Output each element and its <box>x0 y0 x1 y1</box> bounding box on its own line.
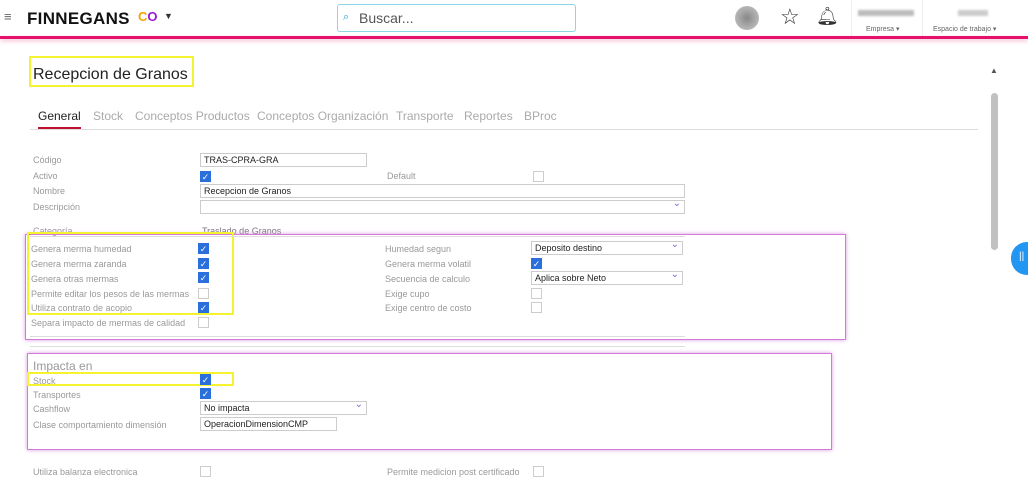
brand-logo-icon: CO <box>138 9 158 24</box>
transportes-label: Transportes <box>33 390 81 400</box>
genera-merma-volatil-label: Genera merma volatil <box>385 259 472 269</box>
activo-checkbox[interactable]: ✓ <box>200 171 211 182</box>
top-header: ≡ FINNEGANS CO ▼ ⌕ Buscar... ☆ 🔔︎ Empres… <box>0 0 1028 36</box>
impacta-highlight <box>27 353 832 450</box>
exige-centro-costo-checkbox[interactable] <box>531 302 542 313</box>
exige-cupo-label: Exige cupo <box>385 289 430 299</box>
default-label: Default <box>387 171 416 181</box>
permite-editar-pesos-checkbox[interactable] <box>198 288 209 299</box>
secuencia-calculo-select[interactable]: Aplica sobre Neto <box>531 269 683 285</box>
stock-checkbox[interactable]: ✓ <box>200 374 211 385</box>
genera-merma-humedad-checkbox[interactable]: ✓ <box>198 243 209 254</box>
utiliza-contrato-acopio-label: Utiliza contrato de acopio <box>31 303 133 313</box>
genera-otras-mermas-checkbox[interactable]: ✓ <box>198 272 209 283</box>
tab-reportes[interactable]: Reportes <box>464 109 513 123</box>
humedad-segun-select[interactable]: Deposito destino <box>531 239 683 255</box>
genera-merma-volatil-checkbox[interactable]: ✓ <box>531 258 542 269</box>
descripcion-textarea[interactable] <box>200 198 685 214</box>
nombre-input[interactable]: Recepcion de Granos <box>200 184 685 198</box>
tab-conceptos-organizacion[interactable]: Conceptos Organización <box>257 109 388 123</box>
codigo-input[interactable]: TRAS-CPRA-GRA <box>200 153 367 167</box>
descripcion-label: Descripción <box>33 202 81 212</box>
search-placeholder: Buscar... <box>359 10 414 26</box>
genera-merma-humedad-label: Genera merma humedad <box>31 244 132 254</box>
empresa-dropdown[interactable]: Empresa ▾ <box>866 25 899 33</box>
bell-icon[interactable]: 🔔︎ <box>816 6 839 27</box>
codigo-label: Código <box>33 155 62 165</box>
company-name-blurred <box>858 10 914 16</box>
separa-impacto-label: Separa impacto de mermas de calidad <box>31 318 186 328</box>
cashflow-label: Cashflow <box>33 404 71 414</box>
transportes-checkbox[interactable]: ✓ <box>200 388 211 399</box>
tab-general[interactable]: General <box>38 109 81 129</box>
side-panel-toggle[interactable]: || <box>1011 242 1028 275</box>
nombre-label: Nombre <box>33 186 66 196</box>
cashflow-select[interactable]: No impacta <box>200 399 367 415</box>
exige-centro-costo-label: Exige centro de costo <box>385 303 472 313</box>
page-title: Recepcion de Granos <box>33 66 188 83</box>
scroll-up-icon[interactable]: ▲ <box>990 66 998 75</box>
search-input[interactable]: ⌕ Buscar... <box>337 4 576 32</box>
avatar[interactable] <box>735 6 759 30</box>
balanza-checkbox[interactable] <box>200 466 211 477</box>
permite-editar-pesos-label: Permite editar los pesos de las mermas <box>31 289 190 299</box>
tabs-divider <box>30 129 978 130</box>
brand-logo[interactable]: FINNEGANS <box>27 9 130 29</box>
activo-label: Activo <box>33 171 58 181</box>
genera-otras-mermas-label: Genera otras mermas <box>31 274 119 284</box>
tab-stock[interactable]: Stock <box>93 109 123 123</box>
genera-merma-zaranda-label: Genera merma zaranda <box>31 259 127 269</box>
clase-comportamiento-input[interactable]: OperacionDimensionCMP <box>200 417 337 431</box>
header-accent-bar <box>0 36 1028 39</box>
default-checkbox[interactable] <box>533 171 544 182</box>
tab-transporte[interactable]: Transporte <box>396 109 454 123</box>
exige-cupo-checkbox[interactable] <box>531 288 542 299</box>
clase-comportamiento-label: Clase comportamiento dimensión <box>33 420 167 430</box>
workspace-dropdown[interactable]: Espacio de trabajo ▾ <box>933 25 996 33</box>
humedad-segun-label: Humedad segun <box>385 244 452 254</box>
utiliza-contrato-acopio-checkbox[interactable]: ✓ <box>198 302 209 313</box>
tab-bproc[interactable]: BProc <box>524 109 557 123</box>
scrollbar-thumb[interactable] <box>991 93 998 250</box>
workspace-name-blurred <box>958 10 988 16</box>
menu-icon[interactable]: ≡ <box>4 9 12 24</box>
tab-conceptos-productos[interactable]: Conceptos Productos <box>135 109 250 123</box>
star-icon[interactable]: ☆ <box>780 4 800 30</box>
separa-impacto-checkbox[interactable] <box>198 317 209 328</box>
impacta-title: Impacta en <box>33 359 93 373</box>
genera-merma-zaranda-checkbox[interactable]: ✓ <box>198 258 209 269</box>
search-icon: ⌕ <box>343 11 350 23</box>
medicion-checkbox[interactable] <box>533 466 544 477</box>
stock-label: Stock <box>33 376 56 386</box>
brand-dropdown-icon[interactable]: ▼ <box>164 11 173 21</box>
secuencia-calculo-label: Secuencia de calculo <box>385 274 471 284</box>
